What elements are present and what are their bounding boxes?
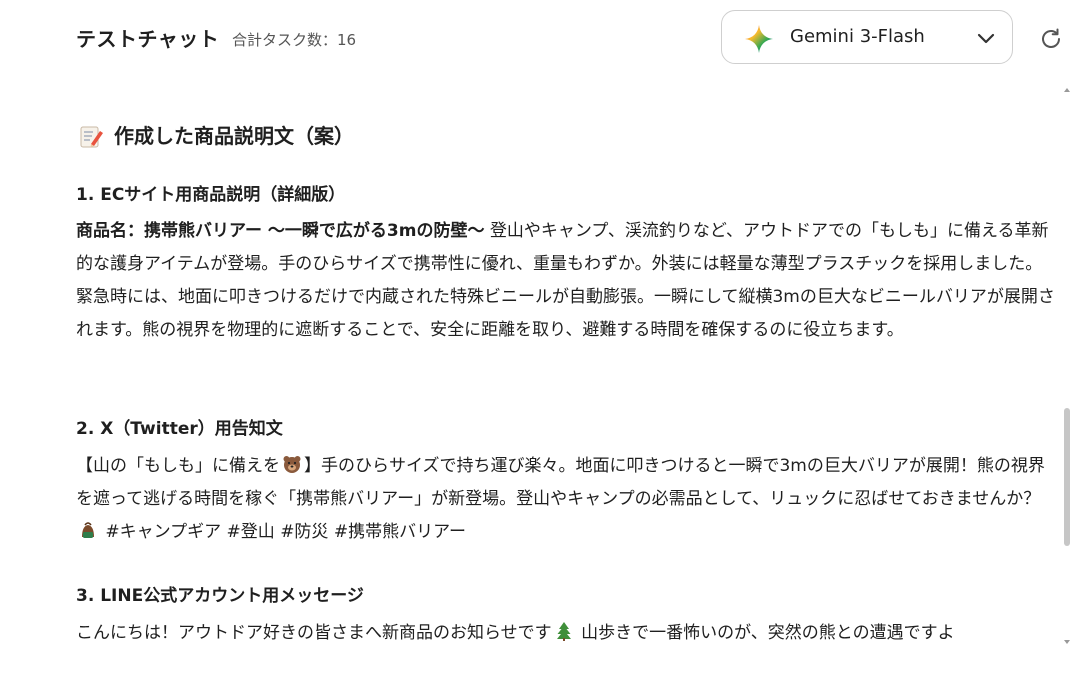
chat-header: テストチャット 合計タスク数：16 Gemini 3-Flash <box>0 0 1071 78</box>
item-1-heading: 1. ECサイト用商品説明（詳細版） <box>76 185 346 205</box>
item-3-body-b: 山歩きで一番怖いのが、突然の熊との遭遇ですよ <box>575 623 955 643</box>
scrollbar[interactable] <box>1060 88 1071 648</box>
item-1-product-name: 商品名：携帯熊バリアー 〜一瞬で広がる3mの防壁〜 <box>76 221 485 241</box>
section-title: 作成した商品説明文（案） <box>114 124 354 148</box>
chat-title: テストチャット <box>76 27 220 51</box>
item-1-paragraph: 商品名：携帯熊バリアー 〜一瞬で広がる3mの防壁〜 登山やキャンプ、渓流釣りなど… <box>76 215 1056 347</box>
backpack-icon <box>82 522 94 538</box>
item-3-body-a: こんにちは！アウトドア好きの皆さまへ新商品のお知らせです <box>76 623 552 643</box>
item-2-paragraph: 【山の「もしも」に備えを 】手のひらサイズで持ち運び楽々。地面に叩きつけると一瞬で… <box>76 450 1056 549</box>
model-select[interactable]: Gemini 3-Flash <box>721 10 1013 64</box>
bear-face-icon <box>283 456 301 473</box>
memo-icon <box>80 126 103 148</box>
evergreen-tree-icon <box>556 622 571 641</box>
scroll-up-arrow-icon[interactable] <box>1063 86 1071 94</box>
item-2-body-a: 【山の「もしも」に備えを <box>76 456 280 476</box>
model-select-value: Gemini 3-Flash <box>790 26 925 47</box>
item-2-hashtags: #キャンプギア #登山 #防災 #携帯熊バリアー <box>100 522 467 542</box>
item-3-paragraph: こんにちは！アウトドア好きの皆さまへ新商品のお知らせです 山歩きで一番怖いのが、… <box>76 617 1056 650</box>
task-count: 合計タスク数：16 <box>232 31 357 49</box>
scrollbar-thumb[interactable] <box>1064 408 1070 546</box>
refresh-icon[interactable] <box>1038 26 1064 52</box>
chevron-down-icon <box>977 33 995 44</box>
item-3-heading: 3. LINE公式アカウント用メッセージ <box>76 586 364 606</box>
scroll-down-arrow-icon[interactable] <box>1063 638 1071 646</box>
item-2-heading: 2. X（Twitter）用告知文 <box>76 419 283 439</box>
gemini-sparkle-icon <box>745 25 773 53</box>
